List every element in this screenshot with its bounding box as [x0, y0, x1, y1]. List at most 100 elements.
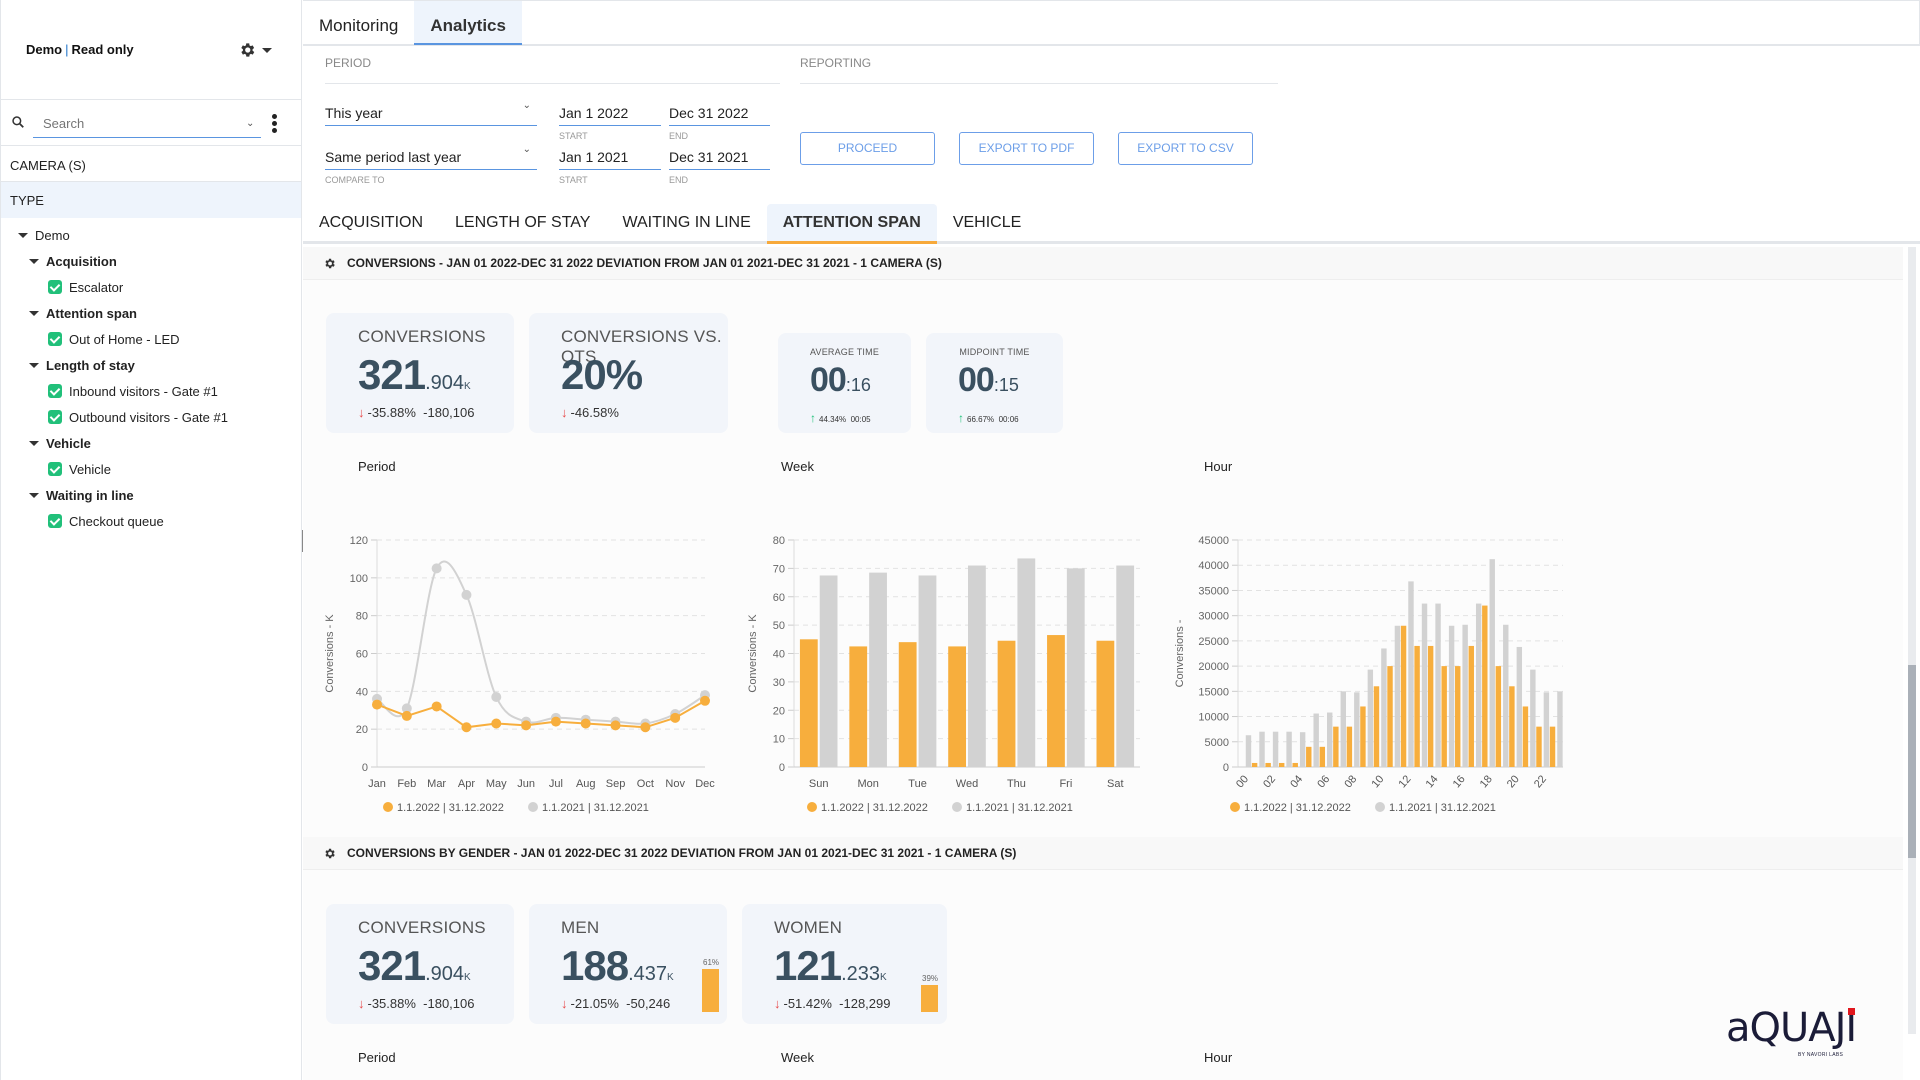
proceed-button[interactable]: PROCEED: [800, 132, 935, 165]
type-filter[interactable]: TYPE: [1, 182, 301, 218]
tab-analytics[interactable]: Analytics: [414, 1, 522, 45]
x-tick-label: Feb: [397, 778, 416, 790]
checkbox-checked-icon[interactable]: [48, 514, 62, 528]
kpi-card-women: WOMEN 121.233K ↓ -51.42% -128,299 39%: [742, 904, 947, 1024]
camera-filter[interactable]: CAMERA (S): [1, 146, 301, 182]
bar: [1292, 762, 1298, 767]
bar: [1327, 712, 1333, 767]
export-csv-button[interactable]: EXPORT TO CSV: [1118, 132, 1253, 165]
tree-group-item[interactable]: Vehicle: [1, 430, 301, 456]
x-tick-label: May: [486, 778, 507, 790]
caret-down-icon[interactable]: [262, 48, 272, 53]
bar: [1427, 645, 1434, 767]
caret-down-icon[interactable]: [18, 232, 28, 238]
kpi-delta: ↑ 44.34% 00:05: [810, 411, 871, 425]
compare-select[interactable]: Same period last year ⌄: [325, 144, 537, 170]
bar: [1116, 565, 1135, 767]
tree-item-label: Outbound visitors - Gate #1: [69, 409, 228, 425]
kpi-delta-pct: -46.58%: [570, 405, 619, 420]
caret-down-icon[interactable]: [29, 362, 39, 368]
tree-group-item[interactable]: Waiting in line: [1, 482, 301, 508]
data-point: [461, 722, 472, 733]
compare-end-date-field[interactable]: Dec 31 2021: [669, 144, 770, 170]
bar: [869, 572, 887, 767]
kpi-value-dec: :15: [993, 375, 1019, 395]
checkbox-checked-icon[interactable]: [48, 332, 62, 346]
export-pdf-button[interactable]: EXPORT TO PDF: [959, 132, 1094, 165]
bar: [1017, 558, 1036, 767]
bar: [1259, 731, 1265, 767]
gear-icon[interactable]: [323, 257, 336, 270]
checkbox-checked-icon[interactable]: [48, 462, 62, 476]
caret-down-icon[interactable]: [29, 492, 39, 498]
end-date-field[interactable]: Dec 31 2022: [669, 100, 770, 126]
tree-leaf-item[interactable]: Checkout queue: [1, 508, 301, 534]
period-select[interactable]: This year ⌄: [325, 100, 537, 126]
checkbox-checked-icon[interactable]: [48, 410, 62, 424]
checkbox-checked-icon[interactable]: [48, 384, 62, 398]
bar: [1096, 640, 1115, 767]
period-select-value: This year: [325, 105, 383, 121]
compare-start-date-field[interactable]: Jan 1 2021: [559, 144, 661, 170]
gear-icon[interactable]: [238, 41, 256, 59]
tab-acquisition[interactable]: ACQUISITION: [303, 204, 439, 244]
kpi-delta-abs: -180,106: [423, 996, 475, 1011]
data-point: [372, 699, 382, 710]
gear-icon[interactable]: [323, 847, 336, 860]
kpi-unit: K: [880, 972, 887, 983]
tree-group-item[interactable]: Demo: [1, 222, 301, 248]
checkbox-checked-icon[interactable]: [48, 280, 62, 294]
tree-group-item[interactable]: Attention span: [1, 300, 301, 326]
data-point: [670, 712, 681, 723]
tree-leaf-item[interactable]: Escalator: [1, 274, 301, 300]
chevron-down-icon[interactable]: ⌄: [246, 118, 254, 129]
bar: [1313, 713, 1319, 767]
legend-label: 1.1.2021 | 31.12.2021: [542, 802, 649, 814]
more-options-icon[interactable]: [272, 114, 278, 134]
bar: [1381, 648, 1387, 767]
bar: [1522, 706, 1529, 767]
caret-down-icon[interactable]: [29, 440, 39, 446]
tab-attention-span[interactable]: ATTENTION SPAN: [766, 204, 937, 244]
sidebar-search: ⌄: [1, 100, 301, 146]
tree-group-item[interactable]: Acquisition: [1, 248, 301, 274]
scrollbar-thumb[interactable]: [1908, 665, 1916, 858]
tree-leaf-item[interactable]: Inbound visitors - Gate #1: [1, 378, 301, 404]
x-tick-label: 06: [1315, 773, 1332, 790]
compare-label: COMPARE TO: [325, 175, 385, 185]
scrollbar-track[interactable]: [1908, 247, 1916, 1034]
account-title: Demo | Read only: [26, 42, 134, 57]
tree-item-label: Acquisition: [46, 253, 117, 269]
caret-down-icon[interactable]: [29, 258, 39, 264]
tab-waiting-in-line[interactable]: WAITING IN LINE: [606, 204, 766, 244]
legend-marker: [383, 802, 393, 812]
tree-leaf-item[interactable]: Vehicle: [1, 456, 301, 482]
chart-title-period: Period: [358, 1050, 396, 1065]
x-tick-label: 12: [1397, 773, 1414, 790]
data-point: [640, 722, 651, 733]
bar: [1441, 666, 1447, 767]
kpi-title: MEN: [561, 918, 600, 937]
y-tick-label: 30: [773, 677, 785, 689]
analytics-sub-tabs: ACQUISITION LENGTH OF STAY WAITING IN LI…: [303, 204, 1920, 244]
tab-vehicle[interactable]: VEHICLE: [937, 204, 1037, 244]
start-label: START: [559, 131, 588, 141]
tree-leaf-item[interactable]: Outbound visitors - Gate #1: [1, 404, 301, 430]
kpi-card-men: MEN 188.437K ↓ -21.05% -50,246 61%: [529, 904, 727, 1024]
caret-down-icon[interactable]: [29, 310, 39, 316]
tree-leaf-item[interactable]: Out of Home - LED: [1, 326, 301, 352]
tab-length-of-stay[interactable]: LENGTH OF STAY: [439, 204, 606, 244]
tab-monitoring[interactable]: Monitoring: [303, 1, 414, 45]
kpi-value-int: 321: [358, 942, 426, 989]
share-label: 61%: [703, 958, 720, 967]
tree-item-label: Inbound visitors - Gate #1: [69, 383, 218, 399]
bar: [1333, 726, 1339, 767]
start-date-field[interactable]: Jan 1 2022: [559, 100, 661, 126]
tree-group-item[interactable]: Length of stay: [1, 352, 301, 378]
bar: [1435, 603, 1441, 767]
bar: [1455, 666, 1461, 767]
kpi-delta-abs: 00:05: [850, 415, 871, 424]
data-point: [401, 710, 412, 721]
y-tick-label: 70: [773, 563, 785, 575]
search-input[interactable]: [33, 110, 261, 138]
